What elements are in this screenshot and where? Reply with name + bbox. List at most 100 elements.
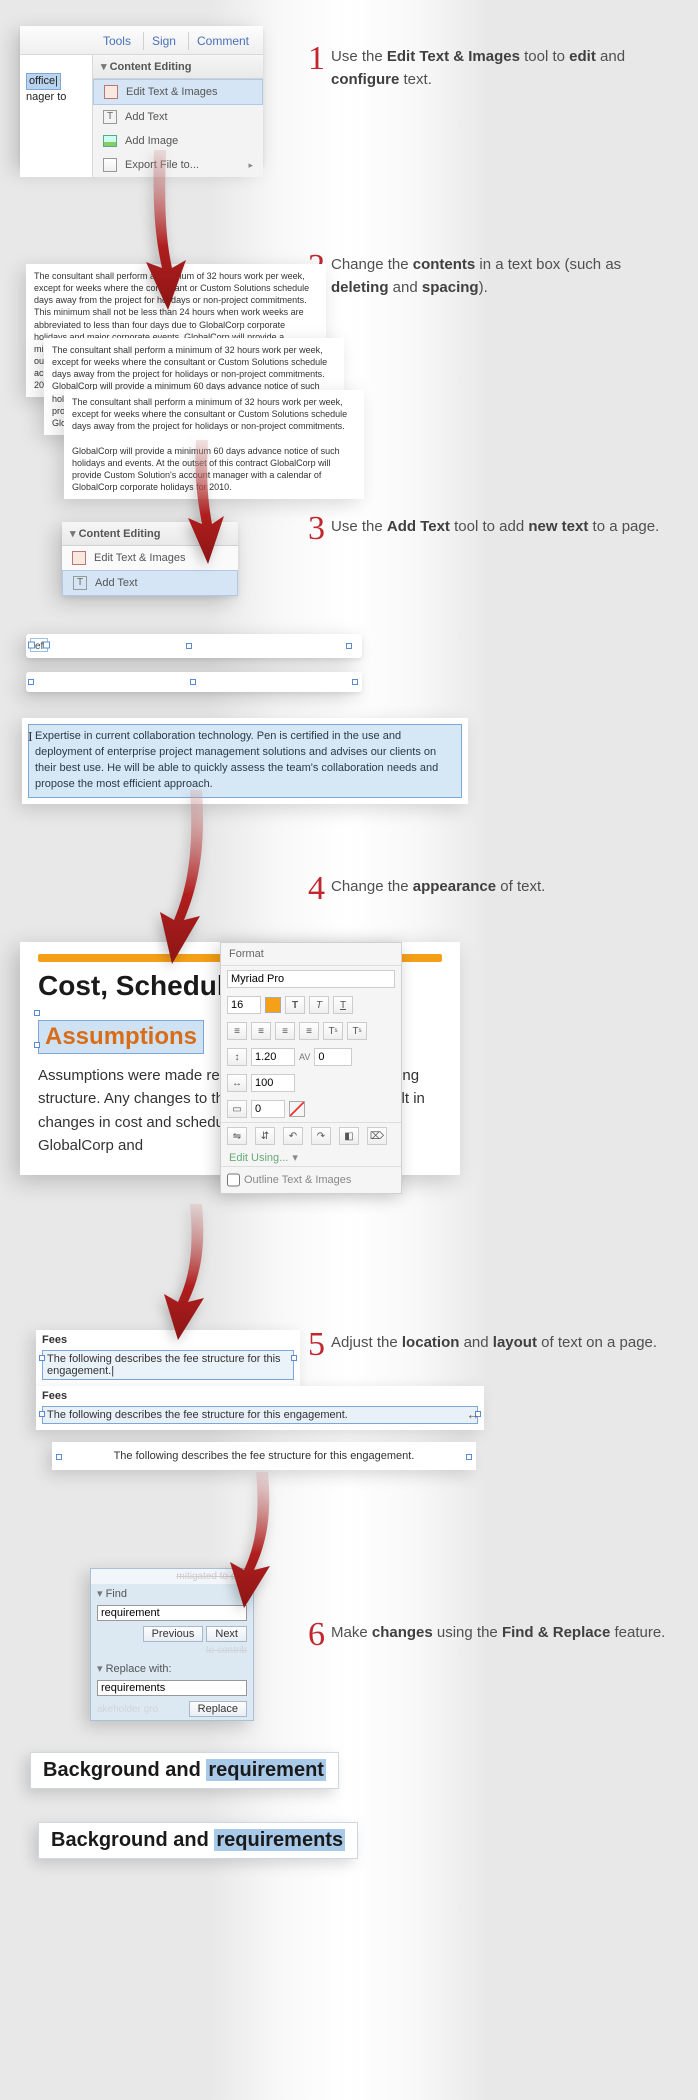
handle-icon[interactable] xyxy=(352,679,358,685)
line-spacing-input[interactable] xyxy=(251,1048,295,1066)
flip-h-button[interactable]: ⇋ xyxy=(227,1127,247,1145)
align-center-button[interactable]: ≡ xyxy=(251,1022,271,1040)
stroke-color-none-swatch[interactable] xyxy=(289,1101,305,1117)
handle-icon[interactable] xyxy=(39,1411,45,1417)
top-menu: Tools Sign Comment xyxy=(20,26,263,55)
text-box-paragraph[interactable]: I Expertise in current collaboration tec… xyxy=(22,718,468,804)
export-icon xyxy=(103,158,117,172)
menu-tools[interactable]: Tools xyxy=(95,32,139,50)
add-text-item[interactable]: Add Text xyxy=(93,105,263,129)
resize-cursor-icon: ↔ xyxy=(466,1406,480,1422)
step-number: 3 xyxy=(308,512,325,546)
arrow-icon xyxy=(152,1204,232,1344)
fees-text-selected[interactable]: The following describes the fee structur… xyxy=(42,1350,294,1380)
find-label[interactable]: Find xyxy=(91,1584,253,1603)
fees-text-wide[interactable]: The following describes the fee structur… xyxy=(42,1406,478,1424)
subscript-button[interactable]: Ts xyxy=(347,1022,367,1040)
replace-input[interactable] xyxy=(97,1680,247,1696)
fees-text-centered[interactable]: The following describes the fee structur… xyxy=(52,1448,476,1464)
replace-with-label[interactable]: Replace with: xyxy=(91,1659,253,1678)
step-number: 6 xyxy=(308,1618,325,1652)
paragraph-after: The consultant shall perform a minimum o… xyxy=(64,390,364,499)
find-replace-panel: mitigated to con Find Previous Next to c… xyxy=(90,1568,254,1721)
handle-icon[interactable] xyxy=(346,643,352,649)
acrobat-window: Tools Sign Comment office nager to Conte… xyxy=(20,26,263,166)
kerning-label: AV xyxy=(299,1052,310,1062)
handle-icon[interactable] xyxy=(466,1454,472,1460)
handle-icon[interactable] xyxy=(186,643,192,649)
font-color-swatch[interactable] xyxy=(265,997,281,1013)
outline-label: Outline Text & Images xyxy=(244,1174,351,1186)
rotate-ccw-button[interactable]: ↶ xyxy=(283,1127,303,1145)
ghost-text: to contrib xyxy=(91,1645,253,1659)
kerning-input[interactable] xyxy=(314,1048,352,1066)
step-number: 1 xyxy=(308,42,325,76)
horizontal-scale-icon: ↔ xyxy=(227,1074,247,1092)
flip-v-button[interactable]: ⇵ xyxy=(255,1127,275,1145)
stroke-width-input[interactable] xyxy=(251,1100,285,1118)
italic-button[interactable]: T xyxy=(309,996,329,1014)
panel-header[interactable]: Content Editing xyxy=(62,522,238,546)
edit-text-images-item[interactable]: Edit Text & Images xyxy=(62,546,238,570)
add-text-item[interactable]: Add Text xyxy=(62,570,238,596)
step-1-callout: 1 Use the Edit Text & Images tool to edi… xyxy=(308,46,668,91)
addimage-icon xyxy=(103,134,117,148)
menu-comment[interactable]: Comment xyxy=(188,32,257,50)
handle-icon[interactable] xyxy=(190,679,196,685)
previous-button[interactable]: Previous xyxy=(143,1626,204,1642)
step-text: Adjust the location and layout of text o… xyxy=(331,1332,657,1355)
content-editing-panel: Content Editing Edit Text & Images Add T… xyxy=(92,55,263,177)
step-3-callout: 3 Use the Add Text tool to add new text … xyxy=(308,516,668,546)
result-after: Background and requirements xyxy=(38,1822,358,1859)
step-number: 5 xyxy=(308,1328,325,1362)
next-button[interactable]: Next xyxy=(206,1626,247,1642)
underline-button[interactable]: T xyxy=(333,996,353,1014)
align-justify-button[interactable]: ≡ xyxy=(299,1022,319,1040)
crop-button[interactable]: ◧ xyxy=(339,1127,359,1145)
handle-icon[interactable] xyxy=(39,1355,45,1361)
handle-icon[interactable] xyxy=(34,1042,40,1048)
outline-checkbox[interactable] xyxy=(227,1171,240,1189)
step-text: Change the contents in a text box (such … xyxy=(331,254,668,299)
fees-box-3: The following describes the fee structur… xyxy=(52,1442,476,1470)
horizontal-scale-input[interactable] xyxy=(251,1074,295,1092)
find-input[interactable] xyxy=(97,1605,247,1621)
stroke-icon: ▭ xyxy=(227,1100,247,1118)
small-text-fragment[interactable]: ef xyxy=(30,638,48,652)
bold-button[interactable]: T xyxy=(285,996,305,1014)
result-before: Background and requirement xyxy=(30,1752,339,1789)
text-box-empty[interactable] xyxy=(26,672,362,692)
export-file-item[interactable]: Export File to... xyxy=(93,153,263,177)
align-left-button[interactable]: ≡ xyxy=(227,1022,247,1040)
handle-icon[interactable] xyxy=(28,679,34,685)
align-right-button[interactable]: ≡ xyxy=(275,1022,295,1040)
step-text: Make changes using the Find & Replace fe… xyxy=(331,1622,665,1645)
addtext-icon xyxy=(103,110,117,124)
edit-text-images-item[interactable]: Edit Text & Images xyxy=(93,79,263,105)
font-size-input[interactable] xyxy=(227,996,261,1014)
edit-using-link[interactable]: Edit Using... ▾ xyxy=(221,1149,401,1166)
font-family-select[interactable] xyxy=(227,970,395,988)
step-2-callout: 2 Change the contents in a text box (suc… xyxy=(308,254,668,299)
text-cursor-icon: I xyxy=(28,730,33,746)
replace-image-button[interactable]: ⌦ xyxy=(367,1127,387,1145)
fees-box-1: Fees The following describes the fee str… xyxy=(36,1330,300,1386)
selected-word[interactable]: office xyxy=(26,73,61,90)
panel-header[interactable]: Content Editing xyxy=(93,55,263,79)
menu-sign[interactable]: Sign xyxy=(143,32,184,50)
step-6-callout: 6 Make changes using the Find & Replace … xyxy=(308,1622,668,1652)
step-5-callout: 5 Adjust the location and layout of text… xyxy=(308,1332,668,1362)
doc-heading-2-selected[interactable]: Assumptions xyxy=(38,1020,204,1054)
handle-icon[interactable] xyxy=(56,1454,62,1460)
superscript-button[interactable]: Ts xyxy=(323,1022,343,1040)
fees-title: Fees xyxy=(36,1386,484,1404)
add-image-item[interactable]: Add Image xyxy=(93,129,263,153)
replace-button[interactable]: Replace xyxy=(189,1701,247,1717)
rotate-cw-button[interactable]: ↷ xyxy=(311,1127,331,1145)
handle-icon[interactable] xyxy=(291,1355,297,1361)
handle-icon[interactable] xyxy=(34,1010,40,1016)
addtext-icon xyxy=(73,576,87,590)
step-number: 4 xyxy=(308,872,325,906)
text-box-row: ef xyxy=(26,634,362,658)
edit-icon xyxy=(104,85,118,99)
